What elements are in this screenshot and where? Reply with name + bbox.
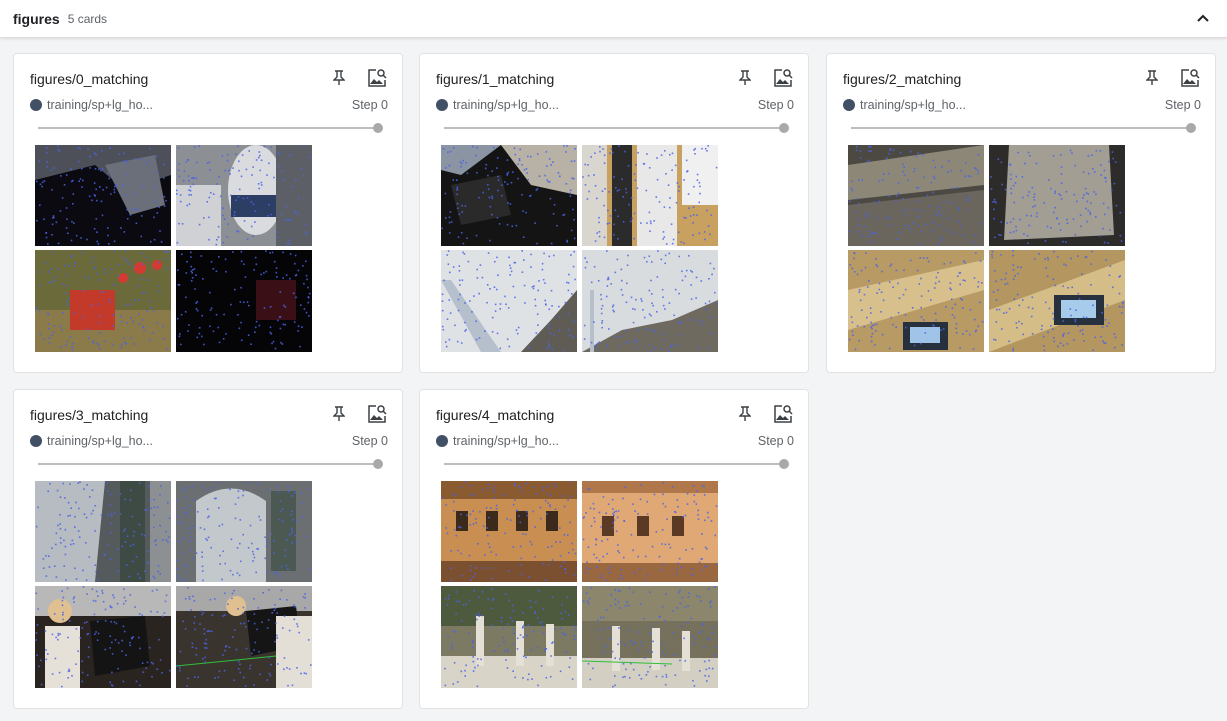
image-viewer-button[interactable] <box>772 67 794 89</box>
image-tile[interactable] <box>441 586 577 688</box>
card-group-header: figures 5 cards <box>0 0 1227 38</box>
pin-button[interactable] <box>736 68 754 88</box>
run-row: training/sp+lg_ho... Step 0 <box>843 98 1201 114</box>
run-row: training/sp+lg_ho... Step 0 <box>436 434 794 450</box>
image-card: figures/2_matching training/sp+lg_ho... … <box>826 53 1216 373</box>
pin-button[interactable] <box>1143 68 1161 88</box>
slider-track <box>38 127 378 129</box>
image-tile[interactable] <box>176 250 312 352</box>
image-tile[interactable] <box>582 481 718 582</box>
image-tile[interactable] <box>35 586 171 688</box>
step-label: Step 0 <box>757 434 794 448</box>
image-grid <box>848 145 1126 353</box>
pin-button[interactable] <box>330 68 348 88</box>
image-tile[interactable] <box>35 481 171 582</box>
run-name: training/sp+lg_ho... <box>47 98 153 112</box>
image-tile[interactable] <box>35 250 171 352</box>
slider-thumb[interactable] <box>373 459 383 469</box>
image-viewer-button[interactable] <box>772 403 794 425</box>
pin-button[interactable] <box>736 404 754 424</box>
step-slider[interactable] <box>38 458 384 470</box>
image-search-icon <box>774 405 793 423</box>
card-count: 5 cards <box>67 12 108 26</box>
image-card: figures/4_matching training/sp+lg_ho... … <box>419 389 809 709</box>
image-tile[interactable] <box>989 250 1125 352</box>
pin-icon <box>739 406 751 421</box>
image-grid <box>441 145 719 353</box>
image-tile[interactable] <box>848 250 984 352</box>
card-title: figures/4_matching <box>436 407 555 423</box>
chevron-up-icon <box>1197 14 1209 22</box>
image-grid <box>35 481 313 689</box>
image-viewer-button[interactable] <box>366 403 388 425</box>
group-name: figures <box>13 10 60 27</box>
image-tile[interactable] <box>35 145 171 246</box>
step-slider[interactable] <box>444 458 790 470</box>
run-color-dot <box>30 99 42 111</box>
image-grid <box>35 145 313 353</box>
pin-icon <box>739 70 751 85</box>
image-tile[interactable] <box>176 481 312 582</box>
card-title: figures/3_matching <box>30 407 149 423</box>
step-slider[interactable] <box>851 122 1197 134</box>
image-viewer-button[interactable] <box>1179 67 1201 89</box>
image-tile[interactable] <box>989 145 1125 246</box>
pin-icon <box>333 406 345 421</box>
image-tile[interactable] <box>582 586 718 688</box>
run-name: training/sp+lg_ho... <box>453 434 559 448</box>
run-name: training/sp+lg_ho... <box>860 98 966 112</box>
image-card: figures/0_matching training/sp+lg_ho... … <box>13 53 403 373</box>
image-search-icon <box>368 69 387 87</box>
image-search-icon <box>368 405 387 423</box>
slider-thumb[interactable] <box>1186 123 1196 133</box>
image-tile[interactable] <box>441 250 577 352</box>
collapse-button[interactable] <box>1193 8 1213 28</box>
step-slider[interactable] <box>444 122 790 134</box>
step-label: Step 0 <box>757 98 794 112</box>
image-tile[interactable] <box>582 145 718 246</box>
slider-track <box>851 127 1191 129</box>
image-search-icon <box>1181 69 1200 87</box>
image-tile[interactable] <box>441 481 577 582</box>
image-tile[interactable] <box>582 250 718 352</box>
slider-thumb[interactable] <box>373 123 383 133</box>
pin-button[interactable] <box>330 404 348 424</box>
slider-thumb[interactable] <box>779 123 789 133</box>
run-name: training/sp+lg_ho... <box>47 434 153 448</box>
image-viewer-button[interactable] <box>366 67 388 89</box>
slider-thumb[interactable] <box>779 459 789 469</box>
slider-track <box>38 463 378 465</box>
pin-icon <box>1146 70 1158 85</box>
pin-icon <box>333 70 345 85</box>
run-row: training/sp+lg_ho... Step 0 <box>436 98 794 114</box>
run-color-dot <box>30 435 42 447</box>
step-label: Step 0 <box>1164 98 1201 112</box>
image-card: figures/3_matching training/sp+lg_ho... … <box>13 389 403 709</box>
slider-track <box>444 127 784 129</box>
image-grid <box>441 481 719 689</box>
card-title: figures/0_matching <box>30 71 149 87</box>
run-row: training/sp+lg_ho... Step 0 <box>30 98 388 114</box>
step-slider[interactable] <box>38 122 384 134</box>
card-title: figures/1_matching <box>436 71 555 87</box>
step-label: Step 0 <box>351 98 388 112</box>
image-tile[interactable] <box>176 586 312 688</box>
run-color-dot <box>436 99 448 111</box>
run-color-dot <box>843 99 855 111</box>
run-name: training/sp+lg_ho... <box>453 98 559 112</box>
card-title: figures/2_matching <box>843 71 962 87</box>
image-tile[interactable] <box>441 145 577 246</box>
image-search-icon <box>774 69 793 87</box>
run-row: training/sp+lg_ho... Step 0 <box>30 434 388 450</box>
slider-track <box>444 463 784 465</box>
image-card: figures/1_matching training/sp+lg_ho... … <box>419 53 809 373</box>
image-tile[interactable] <box>176 145 312 246</box>
step-label: Step 0 <box>351 434 388 448</box>
image-tile[interactable] <box>848 145 984 246</box>
run-color-dot <box>436 435 448 447</box>
